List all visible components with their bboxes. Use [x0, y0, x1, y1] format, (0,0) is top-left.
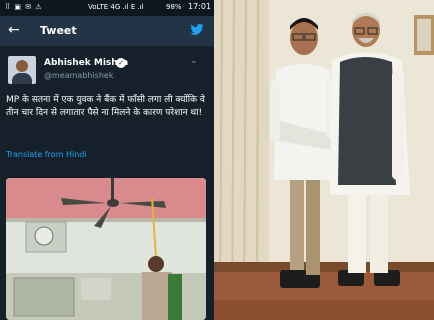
status-bar: ⠿ ▣ ✉ ⚠ VoLTE 4G .ıl E .ıl 98% 17:01	[0, 0, 214, 16]
two-men-photo	[214, 0, 434, 320]
status-time: 17:01	[188, 2, 212, 11]
twitter-bird-icon[interactable]	[190, 24, 204, 35]
event-photo	[214, 0, 434, 320]
header-title: Tweet	[40, 24, 77, 37]
composite-screenshot: ⠿ ▣ ✉ ⚠ VoLTE 4G .ıl E .ıl 98% 17:01 ← T…	[0, 0, 434, 320]
avatar-body	[12, 73, 32, 84]
back-arrow-icon[interactable]: ←	[8, 22, 20, 38]
author-handle[interactable]: @meamabhishek	[44, 71, 113, 80]
app-header: ← Tweet	[0, 16, 214, 46]
tweet-media-image[interactable]	[6, 178, 206, 320]
battery-level: 98%	[166, 3, 182, 11]
notification-icons: ⠿ ▣ ✉ ⚠	[5, 3, 43, 11]
tweet-text: MP के सतना में एक युवक ने बैंक में फाँसी…	[6, 95, 205, 118]
bank-interior-photo	[6, 178, 206, 320]
phone-screenshot: ⠿ ▣ ✉ ⚠ VoLTE 4G .ıl E .ıl 98% 17:01 ← T…	[0, 0, 214, 320]
avatar-head	[16, 60, 28, 72]
avatar[interactable]	[8, 56, 36, 84]
network-indicators: VoLTE 4G .ıl E .ıl	[88, 3, 144, 11]
chevron-down-icon[interactable]: ⌄	[190, 56, 198, 66]
tweet-card[interactable]: Abhishek Mishra ✓ @meamabhishek ⌄ MP के …	[0, 46, 214, 320]
translate-link[interactable]: Translate from Hindi	[6, 150, 87, 159]
verified-badge-icon: ✓	[116, 58, 126, 68]
